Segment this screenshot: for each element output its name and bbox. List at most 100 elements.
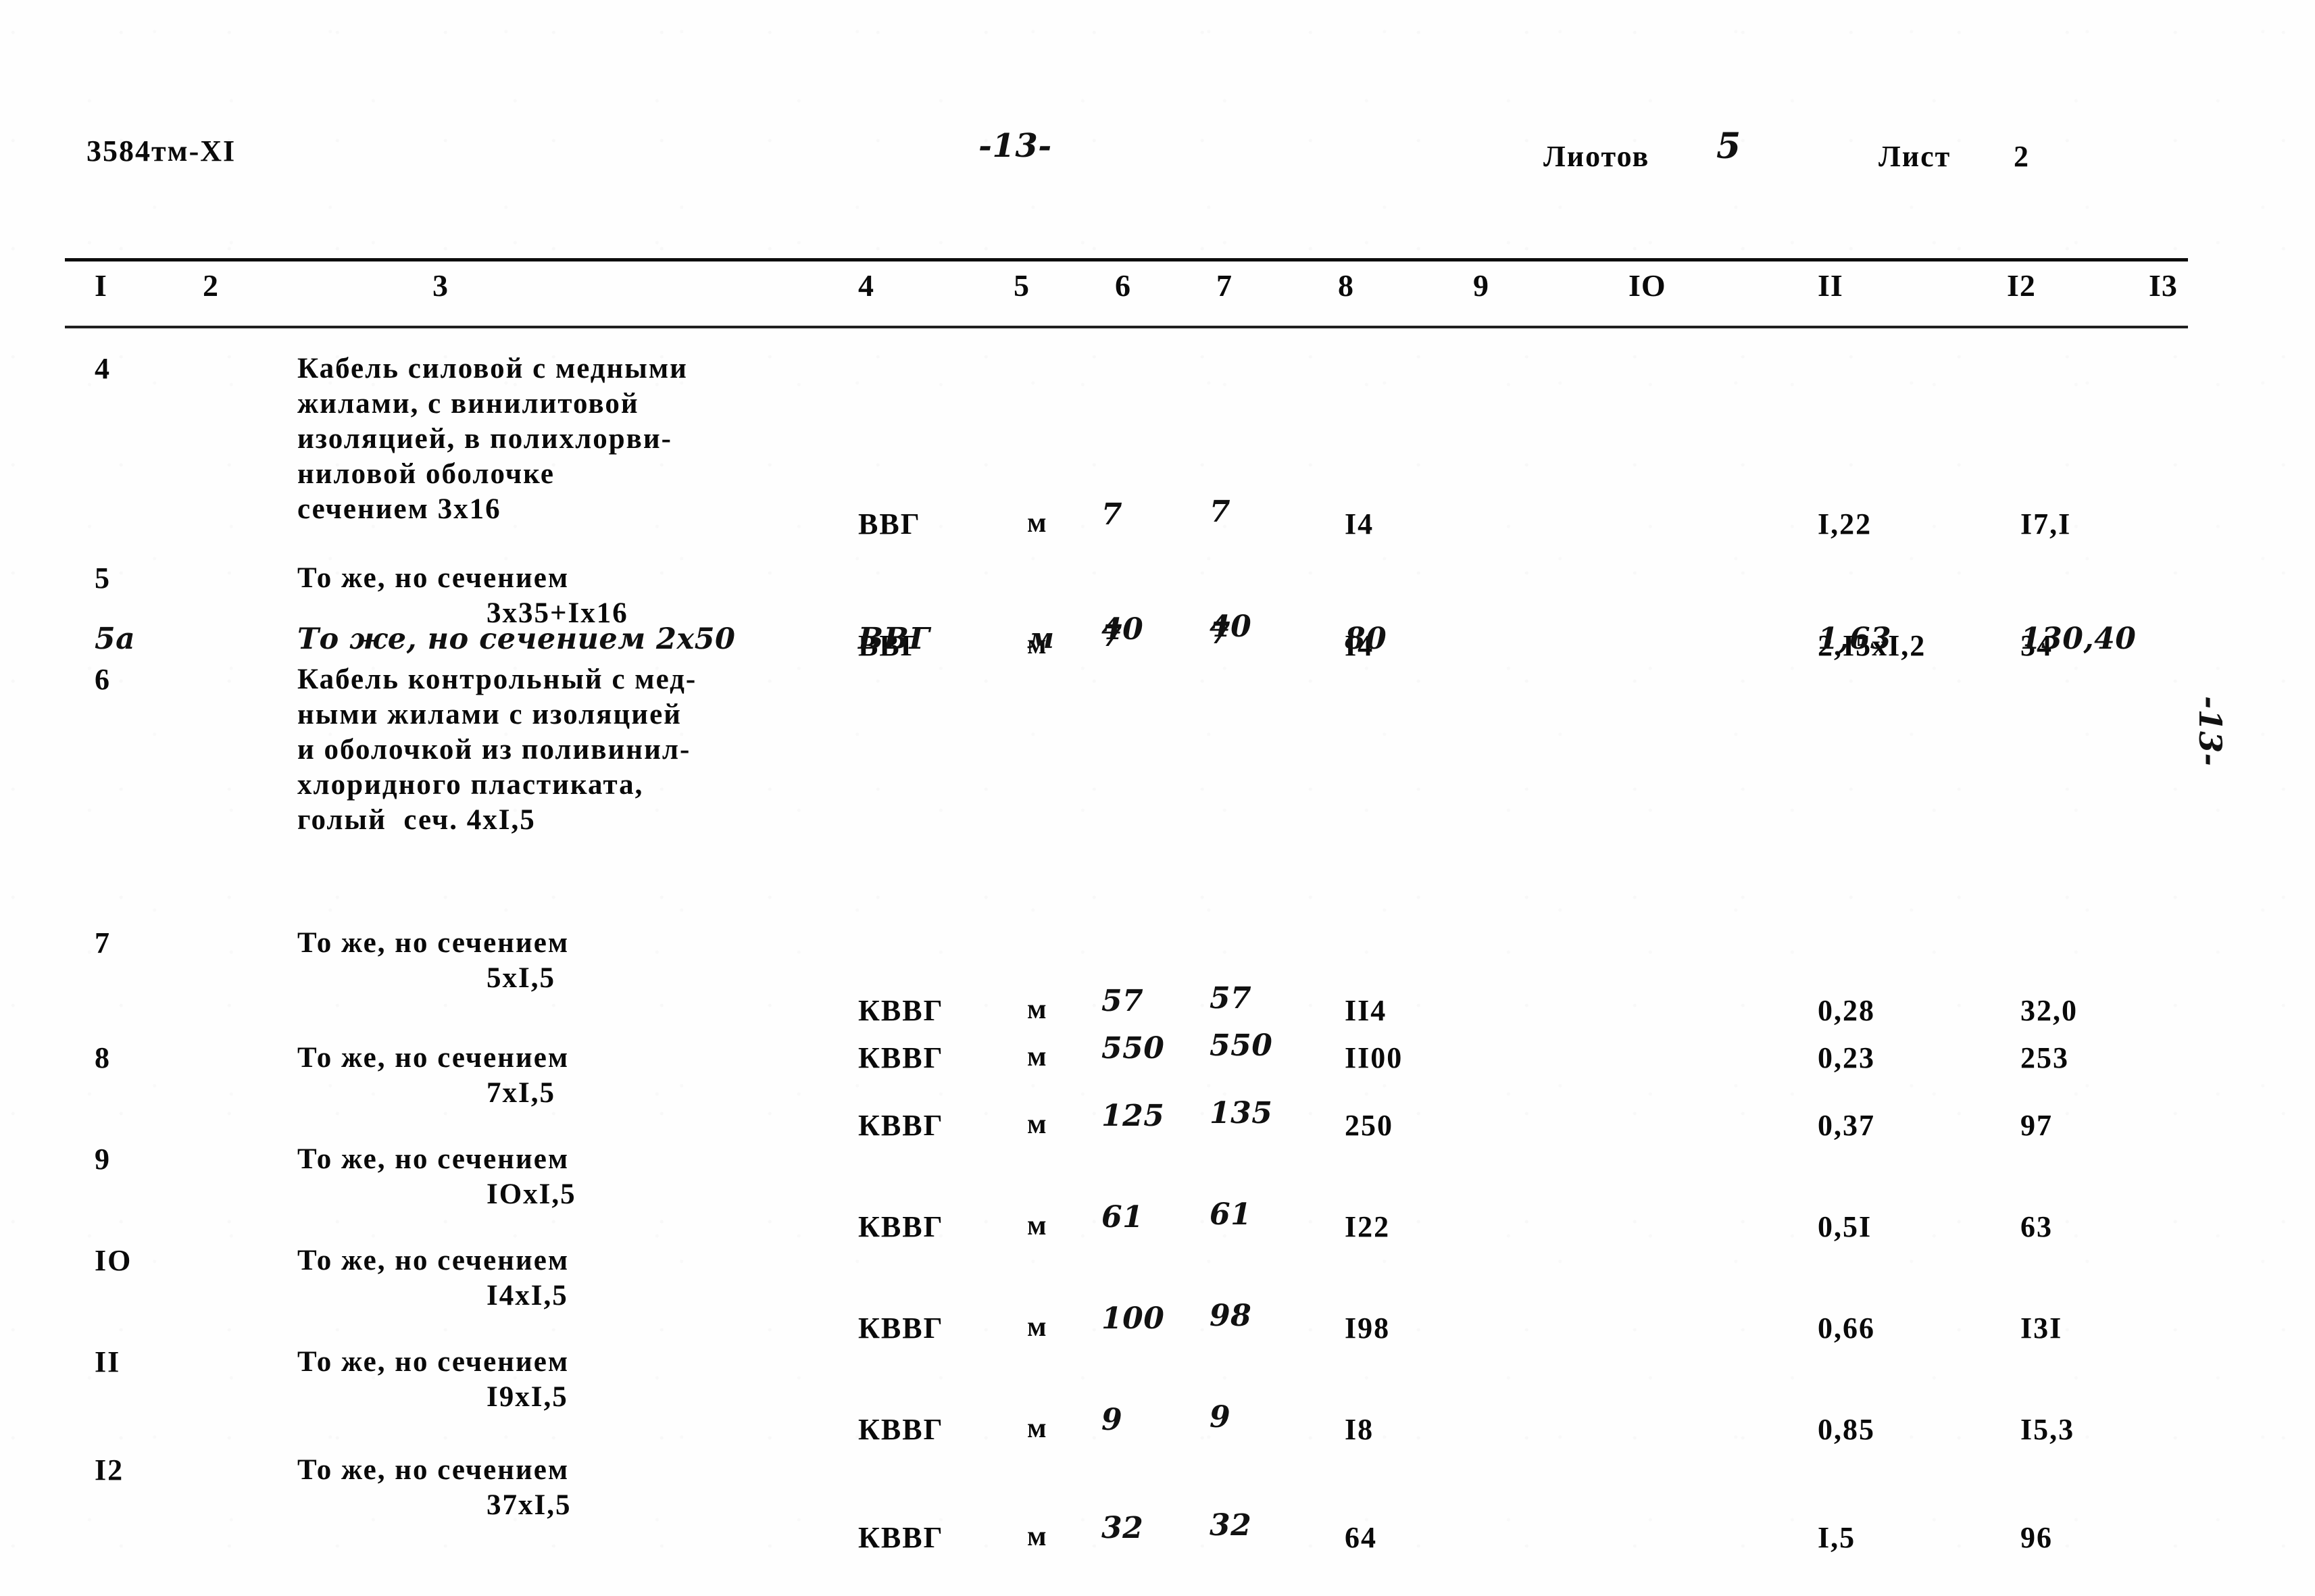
row-unit-weight: 0,66 <box>1818 1312 1875 1345</box>
row-cable-mark: КВВГ <box>858 1109 944 1142</box>
row-quantity-1: 40 <box>1101 612 1144 647</box>
row-description-line: То же, но сечением <box>297 1454 570 1486</box>
column-number-5: 5 <box>1014 268 1030 303</box>
row-description-line: То же, но сечением <box>297 927 570 959</box>
row-unit: м <box>1027 507 1048 539</box>
row-unit: м <box>1027 1041 1048 1072</box>
row-description: Кабель контрольный с мед-ными жилами с и… <box>297 662 905 838</box>
row-total-weight: I7,I <box>2020 507 2072 541</box>
row-description-line: То же, но сечением <box>297 562 570 594</box>
row-position-number: 7 <box>95 926 111 959</box>
row-quantity-1: 7 <box>1101 497 1123 532</box>
row-position-number: I2 <box>95 1453 124 1487</box>
row-unit-weight: 1,63 <box>1818 622 1892 656</box>
row-total-weight: I5,3 <box>2020 1413 2075 1446</box>
row-unit-weight: 0,28 <box>1818 994 1875 1027</box>
row-cable-mark: КВВГ <box>858 1210 944 1243</box>
row-description-line: То же, но сечением <box>297 1042 570 1074</box>
row-total-weight: 32,0 <box>2020 994 2078 1027</box>
row-cable-mark: КВВГ <box>858 1413 944 1446</box>
row-description-line: изоляцией, в полихлорви- <box>297 423 672 455</box>
row-description-line: 7хI,5 <box>487 1077 555 1109</box>
row-description-line: Кабель контрольный с мед- <box>297 664 697 695</box>
row-total: I4 <box>1345 507 1374 541</box>
row-total: I8 <box>1345 1413 1374 1446</box>
row-total: I98 <box>1345 1312 1391 1345</box>
row-description: То же, но сечением I9хI,5 <box>297 1345 905 1415</box>
row-description-line: хлоридного пластиката, <box>297 769 644 801</box>
row-unit: м <box>1027 1312 1048 1343</box>
row-position-number: 4 <box>95 352 111 385</box>
row-position-number: 9 <box>95 1143 111 1176</box>
row-description-line: сечением 3х16 <box>297 493 501 525</box>
row-position-number: 8 <box>95 1041 111 1074</box>
row-quantity-1: 100 <box>1101 1301 1165 1336</box>
sheet-label: Лист <box>1878 140 1951 173</box>
row-description-line: жилами, с винилитовой <box>297 388 639 420</box>
row-unit: м <box>1027 994 1048 1025</box>
column-number-4: 4 <box>858 268 874 303</box>
row-quantity-2: 135 <box>1210 1096 1273 1130</box>
document-code: 3584тм-ХI <box>86 134 237 168</box>
row-description: То же, но сечением 37хI,5 <box>297 1453 905 1523</box>
sheets-value: 5 <box>1716 126 1741 167</box>
row-unit-weight: I,22 <box>1818 507 1872 541</box>
row-quantity-2: 98 <box>1210 1299 1252 1333</box>
row-description: То же, но сечением 5хI,5 <box>297 926 905 996</box>
row-unit: м <box>1027 1210 1048 1241</box>
row-position-number: 5 <box>95 562 111 595</box>
row-quantity-2: 40 <box>1210 609 1252 644</box>
column-number-7: 7 <box>1216 268 1233 303</box>
column-number-6: 6 <box>1115 268 1131 303</box>
row-cable-mark: ВВГ <box>858 507 921 541</box>
row-description-line: То же, но сечением <box>297 1245 570 1276</box>
row-description-line: I4хI,5 <box>487 1280 568 1312</box>
row-total: II4 <box>1345 994 1387 1027</box>
row-total: 80 <box>1345 622 1387 656</box>
document-page: 3584тм-ХI -13- Лиотов 5 Лист 2 I23456789… <box>0 0 2315 1596</box>
row-unit: м <box>1027 622 1055 655</box>
table-column-number-row: I 2 3 4 5 6 7 8 9 IO II I2 I3 <box>0 268 2315 322</box>
row-quantity-1: 32 <box>1101 1511 1144 1545</box>
row-position-number: IO <box>95 1244 132 1277</box>
row-position-number: 5а <box>95 622 136 656</box>
row-description-line: и оболочкой из поливинил- <box>297 734 691 766</box>
row-total-weight: 130,40 <box>2020 622 2137 656</box>
row-description-line: голый сеч. 4хI,5 <box>297 804 536 836</box>
row-quantity-2: 550 <box>1210 1028 1273 1063</box>
row-quantity-1: 125 <box>1101 1099 1165 1133</box>
row-description-line: ниловой оболочке <box>297 458 555 490</box>
column-number-9: 9 <box>1473 268 1489 303</box>
row-position-number: II <box>95 1345 121 1378</box>
row-total: II00 <box>1345 1041 1403 1074</box>
margin-page-mark: -13- <box>2192 696 2229 767</box>
row-description-line: То же, но сечением <box>297 1346 570 1378</box>
sheet-value: 2 <box>2014 140 2030 173</box>
column-number-2: 2 <box>203 268 219 303</box>
row-unit: м <box>1027 1109 1048 1140</box>
column-number-11: II <box>1818 268 1843 303</box>
row-description-line: ными жилами с изоляцией <box>297 699 682 730</box>
table-rule-bottom <box>65 326 2188 328</box>
row-quantity-2: 7 <box>1210 495 1231 529</box>
row-total: I22 <box>1345 1210 1391 1243</box>
row-total: 250 <box>1345 1109 1393 1142</box>
row-description-line: Кабель силовой с медными <box>297 353 688 384</box>
row-quantity-2: 61 <box>1210 1197 1252 1232</box>
row-unit: м <box>1027 1521 1048 1552</box>
row-position-number: 6 <box>95 663 111 696</box>
column-number-10: IO <box>1628 268 1666 303</box>
row-description-line: 5хI,5 <box>487 962 555 994</box>
row-description-line: То же, но сечением 2х50 <box>297 622 736 656</box>
row-quantity-1: 57 <box>1101 984 1144 1018</box>
row-total-weight: 97 <box>2020 1109 2053 1142</box>
row-cable-mark: КВВГ <box>858 1521 944 1554</box>
row-unit-weight: 0,37 <box>1818 1109 1875 1142</box>
row-quantity-2: 9 <box>1210 1400 1231 1435</box>
row-description: То же, но сечением 2х50 <box>297 622 905 657</box>
column-number-8: 8 <box>1338 268 1354 303</box>
sheets-label: Лиотов <box>1543 140 1650 173</box>
row-total: 64 <box>1345 1521 1377 1554</box>
row-unit-weight: 0,23 <box>1818 1041 1875 1074</box>
row-description-line: 37хI,5 <box>487 1489 572 1521</box>
